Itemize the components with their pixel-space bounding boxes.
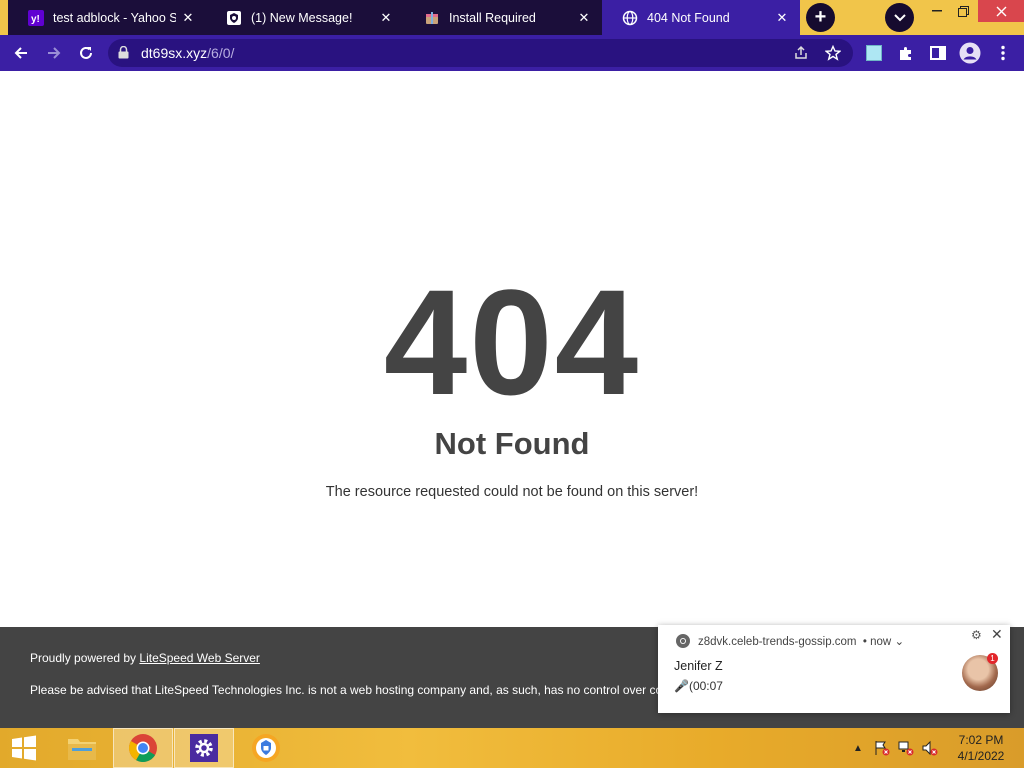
more-menu-icon[interactable] — [994, 44, 1012, 62]
error-heading: Not Found — [434, 426, 590, 461]
chevron-down-icon — [893, 9, 906, 27]
taskbar-file-explorer[interactable] — [52, 728, 112, 768]
restore-icon — [957, 5, 969, 17]
powered-by-line: Proudly powered by LiteSpeed Web Server — [30, 651, 260, 665]
notification-badge: 1 — [987, 653, 998, 664]
chevron-down-icon[interactable]: ⌄ — [894, 636, 904, 648]
share-icon[interactable] — [792, 44, 810, 62]
yahoo-icon: y! — [28, 9, 44, 26]
new-tab-button[interactable]: + — [806, 3, 835, 32]
tab-title: 404 Not Found — [647, 10, 730, 25]
url-host: dt69sx.xyz — [141, 45, 208, 61]
error-code: 404 — [383, 258, 641, 426]
litespeed-link[interactable]: LiteSpeed Web Server — [139, 651, 260, 665]
powered-by-prefix: Proudly powered by — [30, 651, 140, 665]
network-icon[interactable] — [898, 740, 914, 756]
close-icon[interactable]: ✕ — [774, 10, 790, 26]
forward-button[interactable] — [40, 39, 68, 67]
restore-button[interactable] — [948, 0, 978, 22]
taskbar-chrome[interactable] — [113, 728, 173, 768]
page-content: 404 Not Found The resource requested cou… — [0, 71, 1024, 627]
volume-muted-icon[interactable] — [922, 740, 938, 756]
svg-text:y!: y! — [31, 14, 40, 25]
back-button[interactable] — [7, 39, 35, 67]
reload-icon — [80, 46, 92, 59]
clock-time: 7:02 PM — [958, 733, 1004, 747]
error-description: The resource requested could not be foun… — [325, 484, 699, 500]
close-icon[interactable]: ✕ — [378, 10, 394, 26]
notification-origin: z8dvk.celeb-trends-gossip.com • now ⌄ — [698, 636, 905, 648]
url-path: /6/0/ — [207, 45, 235, 61]
tab-install-required[interactable]: Install Required ✕ — [404, 0, 602, 35]
windows-logo-icon — [12, 735, 36, 761]
close-icon[interactable]: ✕ — [991, 626, 1003, 643]
taskbar-vpn-app[interactable] — [236, 728, 296, 768]
close-icon — [996, 6, 1006, 16]
close-icon[interactable]: ✕ — [576, 10, 592, 26]
arrow-right-icon — [48, 47, 61, 59]
notification-message: 🎤(00:07 — [674, 679, 723, 693]
notification-site: z8dvk.celeb-trends-gossip.com — [698, 636, 857, 648]
side-panel-icon[interactable] — [929, 44, 947, 62]
extension-square-icon[interactable] — [865, 44, 883, 62]
tab-yahoo-search[interactable]: y! test adblock - Yahoo Sear ✕ — [8, 0, 206, 35]
tab-new-message[interactable]: (1) New Message! ✕ — [206, 0, 404, 35]
shield-icon — [226, 10, 242, 26]
tab-strip: y! test adblock - Yahoo Sear ✕ (1) New M… — [0, 0, 1024, 35]
tab-404-not-found[interactable]: 404 Not Found ✕ — [602, 0, 800, 35]
tab-search-button[interactable] — [885, 3, 914, 32]
lock-icon — [118, 45, 129, 64]
chrome-icon — [129, 734, 157, 762]
footer-notice: Please be advised that LiteSpeed Technol… — [30, 683, 660, 697]
folder-icon — [68, 739, 96, 760]
arrow-left-icon — [14, 47, 27, 59]
notification-time: now — [870, 636, 892, 648]
reload-button[interactable] — [72, 39, 100, 67]
gear-icon[interactable]: ⚙ — [971, 628, 982, 642]
push-notification[interactable]: z8dvk.celeb-trends-gossip.com • now ⌄ ⚙ … — [658, 625, 1010, 713]
extensions-puzzle-icon[interactable] — [897, 44, 915, 62]
close-icon[interactable]: ✕ — [180, 10, 196, 26]
bookmark-star-icon[interactable] — [824, 44, 842, 62]
browser-toolbar: dt69sx.xyz/6/0/ — [0, 35, 1024, 71]
chrome-icon — [675, 633, 691, 649]
window-close-button[interactable] — [978, 0, 1024, 22]
address-bar[interactable]: dt69sx.xyz/6/0/ — [108, 39, 853, 67]
system-clock[interactable]: 7:02 PM 4/1/2022 — [950, 732, 1012, 764]
notification-sender: Jenifer Z — [674, 659, 723, 673]
action-center-flag-icon[interactable] — [874, 740, 890, 756]
show-hidden-icons-icon[interactable]: ▲ — [850, 740, 866, 756]
tab-title: (1) New Message! — [251, 10, 353, 25]
profile-avatar-icon[interactable] — [958, 41, 982, 65]
start-button[interactable] — [0, 728, 48, 768]
tab-title: Install Required — [449, 10, 536, 25]
gear-icon — [190, 734, 218, 762]
clock-date: 4/1/2022 — [957, 749, 1005, 763]
package-icon — [424, 10, 440, 26]
globe-icon — [622, 10, 638, 26]
taskbar: ▲ 7:02 PM 4/1/2022 — [0, 728, 1024, 768]
tab-title: test adblock - Yahoo Sear — [53, 10, 176, 25]
minimize-icon — [932, 10, 942, 12]
taskbar-settings[interactable] — [174, 728, 234, 768]
shield-lock-icon — [252, 734, 280, 762]
url-text: dt69sx.xyz/6/0/ — [141, 45, 234, 61]
